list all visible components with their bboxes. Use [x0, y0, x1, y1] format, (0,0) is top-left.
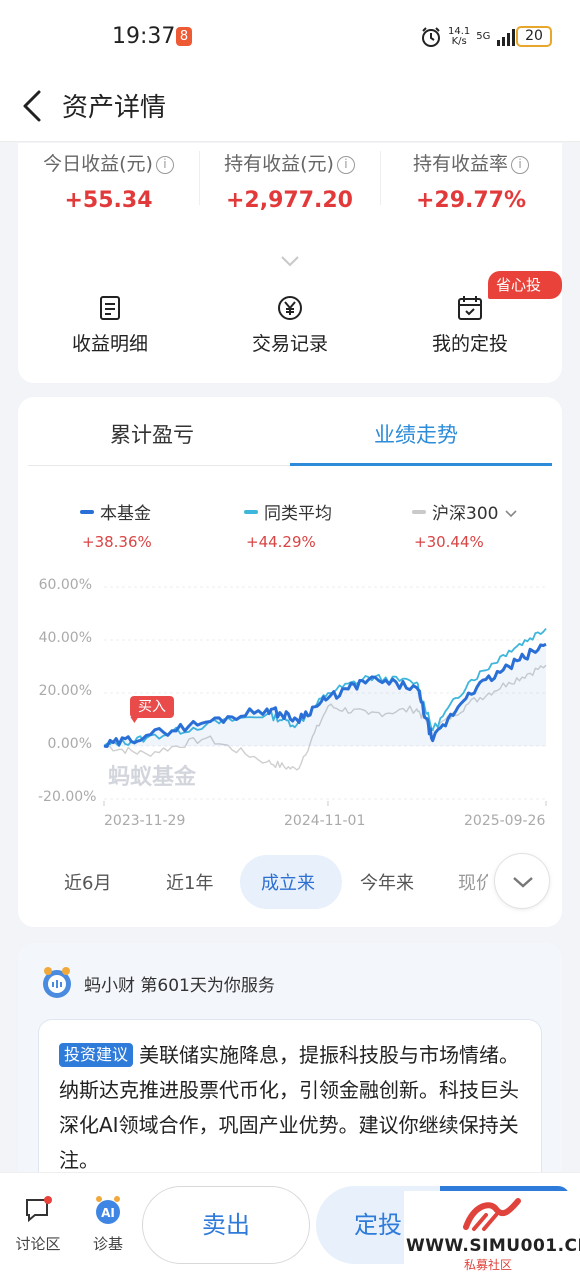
period-1y[interactable]: 近1年	[166, 869, 213, 895]
signal-label: 5G	[476, 31, 491, 42]
expand-chevron-icon[interactable]	[280, 255, 300, 267]
discuss-button[interactable]: 讨论区	[8, 1195, 68, 1254]
profit-detail-button[interactable]: 收益明细	[40, 295, 180, 356]
today-profit-stat: 今日收益(元) i +55.34	[18, 149, 199, 213]
holding-profit-stat: 持有收益(元) i +2,977.20	[199, 149, 380, 213]
service-days: 第601天为你服务	[140, 976, 275, 996]
buy-marker: 买入	[130, 696, 174, 718]
advice-tag: 投资建议	[59, 1043, 134, 1067]
ai-advice-card: 蚂小财 第601天为你服务 投资建议 美联储实施降息，提振科技股与市场情绪。纳斯达…	[18, 943, 562, 1209]
calendar-check-icon	[458, 296, 482, 320]
holding-rate-label: 持有收益率	[412, 153, 508, 175]
site-subtitle: 私募社区	[464, 1258, 513, 1272]
page-header: 资产详情	[0, 72, 580, 142]
status-bar: 19:37 8 14.1 K/s 5G 20	[0, 0, 580, 72]
period-ytd[interactable]: 今年来	[360, 869, 414, 895]
document-icon	[100, 296, 120, 320]
brand-logo-icon	[463, 1198, 521, 1231]
holding-profit-value: +2,977.20	[226, 188, 353, 213]
period-6m[interactable]: 近6月	[64, 869, 111, 895]
trade-records-button[interactable]: 交易记录	[220, 295, 360, 356]
today-profit-value: +55.34	[64, 188, 153, 213]
svg-text:AI: AI	[101, 1206, 115, 1220]
period-current[interactable]: 现价	[458, 869, 488, 895]
info-icon[interactable]: i	[336, 156, 355, 174]
status-time: 19:37	[112, 24, 176, 49]
chevron-down-icon	[513, 877, 533, 888]
holding-rate-stat: 持有收益率 i +29.77%	[380, 149, 562, 213]
discuss-label: 讨论区	[15, 1235, 61, 1253]
site-url: WWW.SIMU001.CN	[406, 1236, 580, 1256]
mascot-icon	[43, 967, 71, 998]
diagnose-button[interactable]: AI 诊基	[78, 1195, 138, 1254]
x-tick-label: 2024-11-01	[284, 813, 366, 829]
promo-badge[interactable]: 省心投资	[488, 271, 562, 322]
chat-bubble-icon	[26, 1196, 52, 1223]
back-arrow-icon[interactable]	[14, 86, 54, 126]
yen-circle-icon	[278, 296, 302, 320]
assistant-name: 蚂小财	[84, 976, 135, 996]
sell-button[interactable]: 卖出	[142, 1186, 310, 1264]
trade-records-label: 交易记录	[251, 333, 328, 355]
x-tick-label: 2025-09-26	[464, 813, 546, 829]
diagnose-label: 诊基	[92, 1235, 123, 1253]
performance-card: 累计盈亏 业绩走势 本基金 +38.36% 同类平均 +44.29% 沪深300 +…	[18, 397, 562, 927]
summary-card: 今日收益(元) i +55.34 持有收益(元) i +2,977.20 持有收益率…	[18, 143, 562, 383]
period-since-inception[interactable]: 成立来	[261, 869, 315, 895]
chart-watermark: 蚂蚁基金	[108, 765, 197, 790]
profit-detail-label: 收益明细	[71, 333, 148, 355]
ai-robot-icon: AI	[96, 1196, 120, 1224]
net-speed: 14.1 K/s	[448, 26, 471, 47]
holding-profit-label: 持有收益(元)	[224, 153, 334, 175]
battery-indicator: 20	[516, 26, 552, 47]
assistant-title: 蚂小财 第601天为你服务	[84, 971, 275, 996]
info-icon[interactable]: i	[511, 156, 529, 174]
info-icon[interactable]: i	[155, 156, 174, 174]
alarm-icon	[422, 27, 440, 47]
more-periods-button[interactable]	[494, 853, 550, 909]
holding-rate-value: +29.77%	[415, 188, 527, 213]
today-profit-label: 今日收益(元)	[43, 153, 153, 175]
x-tick-label: 2023-11-29	[104, 813, 186, 829]
performance-chart[interactable]	[18, 397, 562, 837]
my-plan-label: 我的定投	[431, 333, 508, 355]
notification-badge: 8	[176, 27, 192, 46]
page-title: 资产详情	[62, 93, 167, 123]
my-plan-button[interactable]: 我的定投	[400, 295, 540, 356]
